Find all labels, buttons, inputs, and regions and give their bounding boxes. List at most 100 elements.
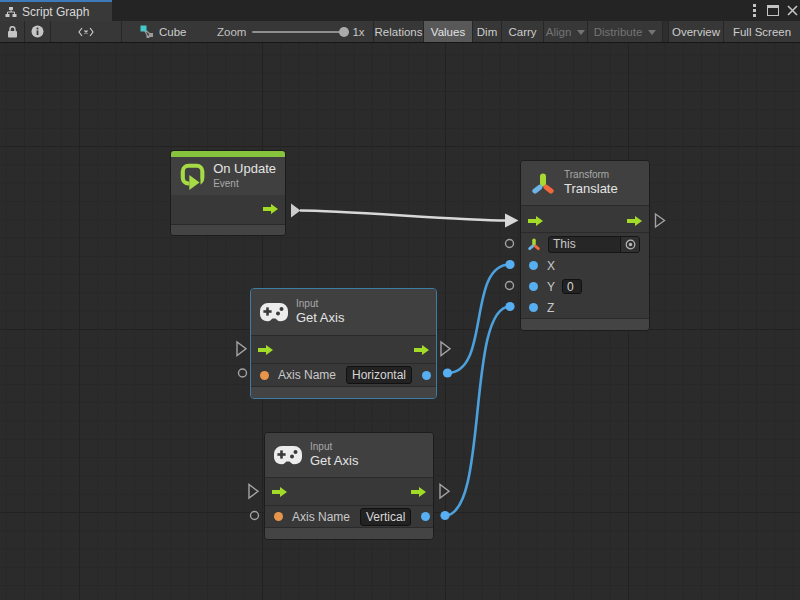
carry-button[interactable]: Carry xyxy=(502,21,543,42)
distribute-dropdown[interactable]: Distribute xyxy=(588,21,662,42)
port-getaxis-v-flow-in[interactable] xyxy=(249,485,258,499)
maximize-icon[interactable] xyxy=(766,4,780,18)
wire-value-getaxis-horizontal-x[interactable] xyxy=(448,265,511,374)
script-machine-icon xyxy=(140,25,154,38)
this-row: This xyxy=(521,232,649,255)
code-preview-button[interactable] xyxy=(51,21,121,42)
port-translate-this[interactable] xyxy=(506,240,514,248)
relations-button[interactable]: Relations xyxy=(374,21,423,42)
gamepad-icon xyxy=(260,303,288,322)
y-label: Y xyxy=(547,280,555,294)
port-onupdate-flow-out[interactable] xyxy=(291,204,301,218)
port-getaxis-h-flow-in[interactable] xyxy=(237,342,246,356)
node-footer xyxy=(265,527,433,539)
kebab-menu-icon[interactable] xyxy=(747,4,761,18)
port-translate-flow-out[interactable] xyxy=(656,214,665,227)
z-input-dot[interactable] xyxy=(529,303,538,312)
graph-owner-button[interactable]: Cube xyxy=(122,21,207,42)
align-dropdown[interactable]: Align xyxy=(544,21,587,42)
value-out-dot[interactable] xyxy=(422,371,431,380)
node-header[interactable]: Transform Translate xyxy=(521,161,649,205)
overview-button[interactable]: Overview xyxy=(669,21,723,42)
port-getaxis-v-axis-in[interactable] xyxy=(251,512,259,520)
zoom-label: Zoom xyxy=(217,26,246,38)
info-icon xyxy=(31,25,44,38)
axis-name-row: Axis Name Horizontal xyxy=(251,363,436,386)
node-header[interactable]: On Update Event xyxy=(171,157,285,195)
node-header[interactable]: Input Get Axis xyxy=(251,289,436,335)
x-input-dot[interactable] xyxy=(529,261,538,270)
node-title: Translate xyxy=(564,181,618,197)
object-picker-icon[interactable] xyxy=(620,237,639,252)
close-icon[interactable] xyxy=(785,4,799,18)
gamepad-icon xyxy=(274,446,302,465)
z-row: Z xyxy=(521,297,649,318)
port-translate-z[interactable] xyxy=(505,302,514,311)
port-getaxis-h-flow-out[interactable] xyxy=(441,342,450,356)
port-translate-x[interactable] xyxy=(505,260,514,269)
node-get-axis-horizontal[interactable]: Input Get Axis Axis Name Horizontal xyxy=(250,288,437,399)
flow-row xyxy=(251,335,436,363)
zoom-slider[interactable] xyxy=(252,31,345,33)
align-label: Align xyxy=(546,26,572,38)
value-out-dot[interactable] xyxy=(421,512,430,521)
flow-out-arrow-icon[interactable] xyxy=(263,204,278,214)
script-graph-window: Script Graph xyxy=(0,0,800,600)
axis-name-field[interactable]: Horizontal xyxy=(346,366,412,384)
port-getaxis-h-value-out[interactable] xyxy=(443,368,452,377)
axis-name-field[interactable]: Vertical xyxy=(360,508,411,526)
node-on-update[interactable]: On Update Event xyxy=(170,150,286,236)
this-object-field[interactable]: This xyxy=(548,236,640,253)
flow-out-row xyxy=(171,195,285,225)
node-footer xyxy=(251,386,436,398)
axis-name-label: Axis Name xyxy=(278,368,336,382)
flow-in-arrow-icon[interactable] xyxy=(258,345,273,355)
flow-out-arrow-icon[interactable] xyxy=(411,487,426,497)
node-title: Get Axis xyxy=(296,310,344,326)
y-value-field[interactable]: 0 xyxy=(562,279,582,294)
flow-row xyxy=(521,205,649,232)
z-label: Z xyxy=(547,301,554,315)
code-icon xyxy=(78,27,94,37)
flow-in-arrow-icon[interactable] xyxy=(272,487,287,497)
node-header[interactable]: Input Get Axis xyxy=(265,433,433,477)
node-get-axis-vertical[interactable]: Input Get Axis Axis Name Vertical xyxy=(264,432,434,540)
lock-icon xyxy=(7,26,18,38)
zoom-control: Zoom 1x xyxy=(207,21,373,42)
y-input-dot[interactable] xyxy=(529,282,538,291)
wire-value-getaxis-vertical-z[interactable] xyxy=(445,307,510,516)
distribute-label: Distribute xyxy=(594,26,643,38)
y-row: Y 0 xyxy=(521,276,649,297)
flow-out-arrow-icon[interactable] xyxy=(627,216,642,226)
node-translate[interactable]: Transform Translate xyxy=(520,160,650,331)
dropdown-arrow-icon xyxy=(577,30,585,35)
wire-arrowhead-translate-flow-in[interactable] xyxy=(505,214,519,228)
flow-in-arrow-icon[interactable] xyxy=(528,216,543,226)
flow-out-arrow-icon[interactable] xyxy=(414,345,429,355)
values-button[interactable]: Values xyxy=(424,21,472,42)
node-category: Input xyxy=(310,441,358,453)
fullscreen-button[interactable]: Full Screen xyxy=(724,21,800,42)
port-getaxis-v-value-out[interactable] xyxy=(440,511,449,520)
node-footer xyxy=(171,224,285,235)
node-footer xyxy=(521,318,649,330)
wire-flow-onupdate-translate[interactable] xyxy=(300,211,505,221)
dropdown-arrow-icon xyxy=(648,30,656,35)
zoom-slider-handle[interactable] xyxy=(339,27,349,37)
node-subtitle: Event xyxy=(213,177,276,190)
port-translate-y[interactable] xyxy=(506,282,514,290)
axis-name-row: Axis Name Vertical xyxy=(265,505,433,527)
node-category: Transform xyxy=(564,169,618,181)
lock-button[interactable] xyxy=(0,21,24,42)
dim-button[interactable]: Dim xyxy=(473,21,501,42)
tab-script-graph[interactable]: Script Graph xyxy=(0,0,112,21)
graph-canvas[interactable]: On Update Event xyxy=(0,43,800,600)
axis-name-input-dot[interactable] xyxy=(260,371,269,380)
axis-name-input-dot[interactable] xyxy=(274,512,283,521)
graph-icon xyxy=(5,6,17,18)
port-getaxis-v-flow-out[interactable] xyxy=(440,485,449,499)
info-button[interactable] xyxy=(25,21,50,42)
tab-label: Script Graph xyxy=(22,5,89,19)
node-title: Get Axis xyxy=(310,453,358,469)
port-getaxis-h-axis-in[interactable] xyxy=(239,369,247,377)
